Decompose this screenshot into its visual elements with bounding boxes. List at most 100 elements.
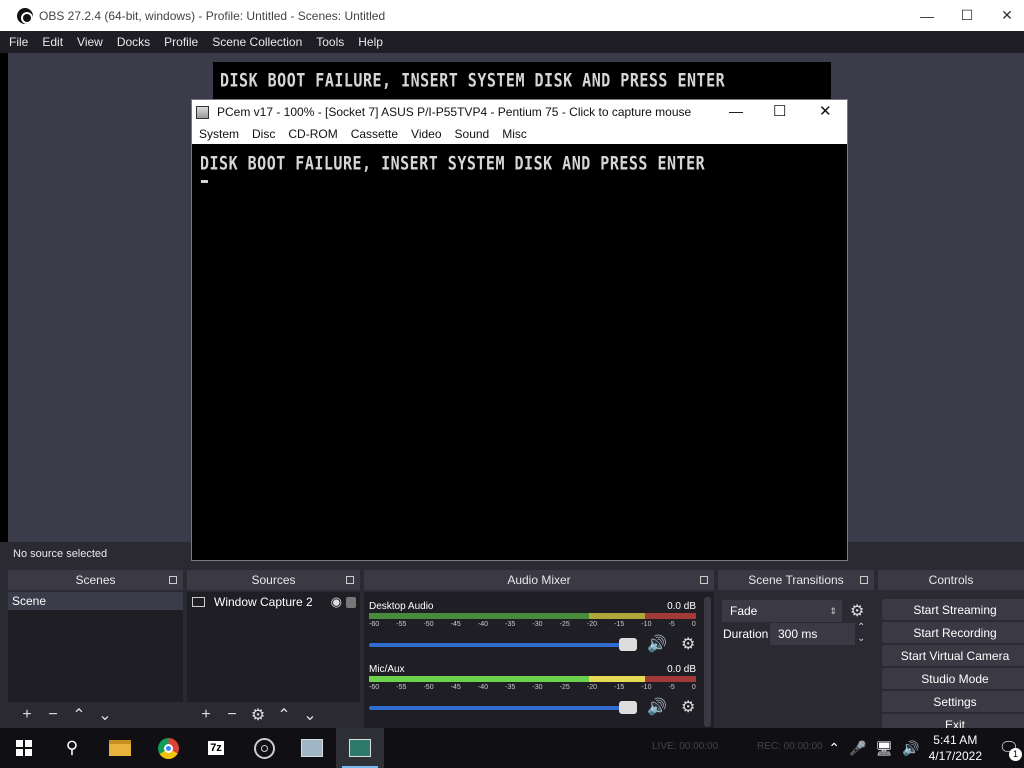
- studio-mode-button[interactable]: Studio Mode: [882, 668, 1024, 689]
- volume-slider-knob[interactable]: [619, 701, 637, 714]
- clock[interactable]: 5:41 AM 4/17/2022: [929, 732, 982, 764]
- add-icon[interactable]: +: [193, 702, 219, 728]
- menu-cd-rom[interactable]: CD-ROM: [288, 127, 337, 141]
- app-taskbar-button[interactable]: [288, 728, 336, 768]
- close-button[interactable]: ✕: [819, 102, 832, 120]
- menu-scene-collection[interactable]: Scene Collection: [212, 35, 302, 49]
- show-hidden-icons-chevron-icon[interactable]: ⌃: [828, 740, 840, 757]
- start-virtual-camera-button[interactable]: Start Virtual Camera: [882, 645, 1024, 666]
- menu-misc[interactable]: Misc: [502, 127, 527, 141]
- start-button[interactable]: [0, 728, 48, 768]
- start-streaming-button[interactable]: Start Streaming: [882, 599, 1024, 620]
- transition-select[interactable]: Fade ⇕: [722, 600, 842, 622]
- menu-file[interactable]: File: [9, 35, 28, 49]
- channel-db: 0.0 dB: [667, 664, 696, 675]
- rec-status: REC: 00:00:00: [757, 741, 823, 752]
- speaker-icon[interactable]: 🔊: [647, 634, 667, 654]
- chrome-button[interactable]: [144, 728, 192, 768]
- meter-scale: -60 -55 -50 -45 -40 -35 -30 -25 -20 -15 -10 -5 0: [369, 621, 696, 628]
- live-status: LIVE: 00:00:00: [652, 741, 719, 752]
- text-cursor: [201, 180, 208, 183]
- preview-canvas[interactable]: DISK BOOT FAILURE, INSERT SYSTEM DISK AN…: [213, 62, 831, 100]
- scenes-dock: Scenes Scene + − ⌃ ⌄: [8, 570, 183, 728]
- volume-slider[interactable]: [369, 706, 634, 710]
- menu-sound[interactable]: Sound: [455, 127, 490, 141]
- search-button[interactable]: ⚲: [48, 728, 96, 768]
- taskbar: ⚲ 7z LIVE: 00:00:00 REC: 00:00:00 ⌃ 🎤 🖥 …: [0, 728, 1024, 768]
- no-source-label: No source selected: [13, 547, 108, 560]
- menu-video[interactable]: Video: [411, 127, 441, 141]
- pcem-window[interactable]: PCem v17 - 100% - [Socket 7] ASUS P/I-P5…: [191, 99, 848, 561]
- duration-spinbox[interactable]: 300 ms: [770, 623, 855, 645]
- mixer-scrollbar[interactable]: [704, 597, 711, 727]
- settings-button[interactable]: Settings: [882, 691, 1024, 712]
- minimize-button[interactable]: —: [729, 103, 743, 119]
- emulator-screen[interactable]: DISK BOOT FAILURE, INSERT SYSTEM DISK AN…: [192, 144, 847, 560]
- move-down-icon[interactable]: ⌄: [297, 702, 323, 728]
- scene-list-item[interactable]: Scene: [8, 592, 183, 610]
- system-tray: ⌃ 🎤 🖥 🔊 5:41 AM 4/17/2022 🗨 1: [828, 728, 1024, 768]
- undock-icon[interactable]: [860, 576, 868, 584]
- boot-failure-message: DISK BOOT FAILURE, INSERT SYSTEM DISK AN…: [200, 152, 706, 175]
- menu-help[interactable]: Help: [358, 35, 383, 49]
- duration-label: Duration: [723, 627, 769, 641]
- scenes-dock-title: Scenes: [75, 573, 116, 587]
- gear-icon[interactable]: ⚙: [681, 697, 695, 717]
- microphone-icon[interactable]: 🎤: [849, 740, 866, 757]
- stepper-arrows-icon[interactable]: ⌃ ⌄: [857, 622, 865, 644]
- audio-mixer-title: Audio Mixer: [507, 573, 571, 587]
- menu-disc[interactable]: Disc: [252, 127, 275, 141]
- menu-cassette[interactable]: Cassette: [351, 127, 398, 141]
- dock-area: Scenes Scene + − ⌃ ⌄ Sources Window Capt…: [0, 565, 1024, 735]
- move-up-icon[interactable]: ⌃: [66, 702, 92, 728]
- remove-icon[interactable]: −: [219, 702, 245, 728]
- speaker-icon[interactable]: 🔊: [647, 697, 667, 717]
- controls-header: Controls: [878, 570, 1024, 590]
- pcem-window-title: PCem v17 - 100% - [Socket 7] ASUS P/I-P5…: [217, 105, 692, 119]
- notifications-button[interactable]: 🗨 1: [994, 728, 1024, 768]
- menu-docks[interactable]: Docks: [117, 35, 150, 49]
- file-explorer-button[interactable]: [96, 728, 144, 768]
- scenes-list: Scene + − ⌃ ⌄: [8, 592, 183, 728]
- notification-count-badge: 1: [1009, 748, 1022, 761]
- menu-system[interactable]: System: [199, 127, 239, 141]
- gear-icon[interactable]: ⚙: [681, 634, 695, 654]
- move-up-icon[interactable]: ⌃: [271, 702, 297, 728]
- obs-taskbar-button[interactable]: [240, 728, 288, 768]
- gear-icon[interactable]: ⚙: [850, 601, 864, 621]
- menu-view[interactable]: View: [77, 35, 103, 49]
- volume-icon[interactable]: 🔊: [902, 740, 919, 757]
- pcem-taskbar-button[interactable]: [336, 728, 384, 768]
- source-name: Window Capture 2: [214, 595, 313, 609]
- add-icon[interactable]: +: [14, 702, 40, 728]
- remove-icon[interactable]: −: [40, 702, 66, 728]
- 7zip-button[interactable]: 7z: [192, 728, 240, 768]
- transitions-body: Fade ⇕ ⚙ Duration 300 ms ⌃ ⌄: [718, 592, 874, 728]
- gear-icon[interactable]: ⚙: [245, 702, 271, 728]
- move-down-icon[interactable]: ⌄: [92, 702, 118, 728]
- menu-profile[interactable]: Profile: [164, 35, 198, 49]
- source-list-item[interactable]: Window Capture 2 ◉: [187, 592, 360, 612]
- undock-icon[interactable]: [700, 576, 708, 584]
- menu-tools[interactable]: Tools: [316, 35, 344, 49]
- sources-dock-title: Sources: [251, 573, 296, 587]
- start-recording-button[interactable]: Start Recording: [882, 622, 1024, 643]
- menu-edit[interactable]: Edit: [42, 35, 63, 49]
- volume-meter: [369, 613, 696, 619]
- pcem-titlebar[interactable]: PCem v17 - 100% - [Socket 7] ASUS P/I-P5…: [192, 100, 847, 124]
- undock-icon[interactable]: [346, 576, 354, 584]
- lock-icon[interactable]: [346, 596, 356, 608]
- network-icon[interactable]: 🖥: [875, 740, 893, 757]
- volume-slider[interactable]: [369, 643, 634, 647]
- visibility-eye-icon[interactable]: ◉: [331, 594, 342, 610]
- maximize-button[interactable]: ☐: [773, 102, 786, 120]
- volume-slider-knob[interactable]: [619, 638, 637, 651]
- volume-meter: [369, 676, 696, 682]
- undock-icon[interactable]: [169, 576, 177, 584]
- desktop-audio-channel: Desktop Audio 0.0 dB -60 -55 -50 -45 -40 -35-…: [369, 601, 699, 661]
- scene-transitions-title: Scene Transitions: [748, 573, 844, 587]
- pcem-menubar: System Disc CD-ROM Cassette Video Sound …: [192, 124, 847, 144]
- close-button[interactable]: ✕: [984, 0, 1024, 31]
- app-icon: [301, 739, 323, 757]
- controls-dock: Controls Start Streaming Start Recording…: [878, 570, 1024, 735]
